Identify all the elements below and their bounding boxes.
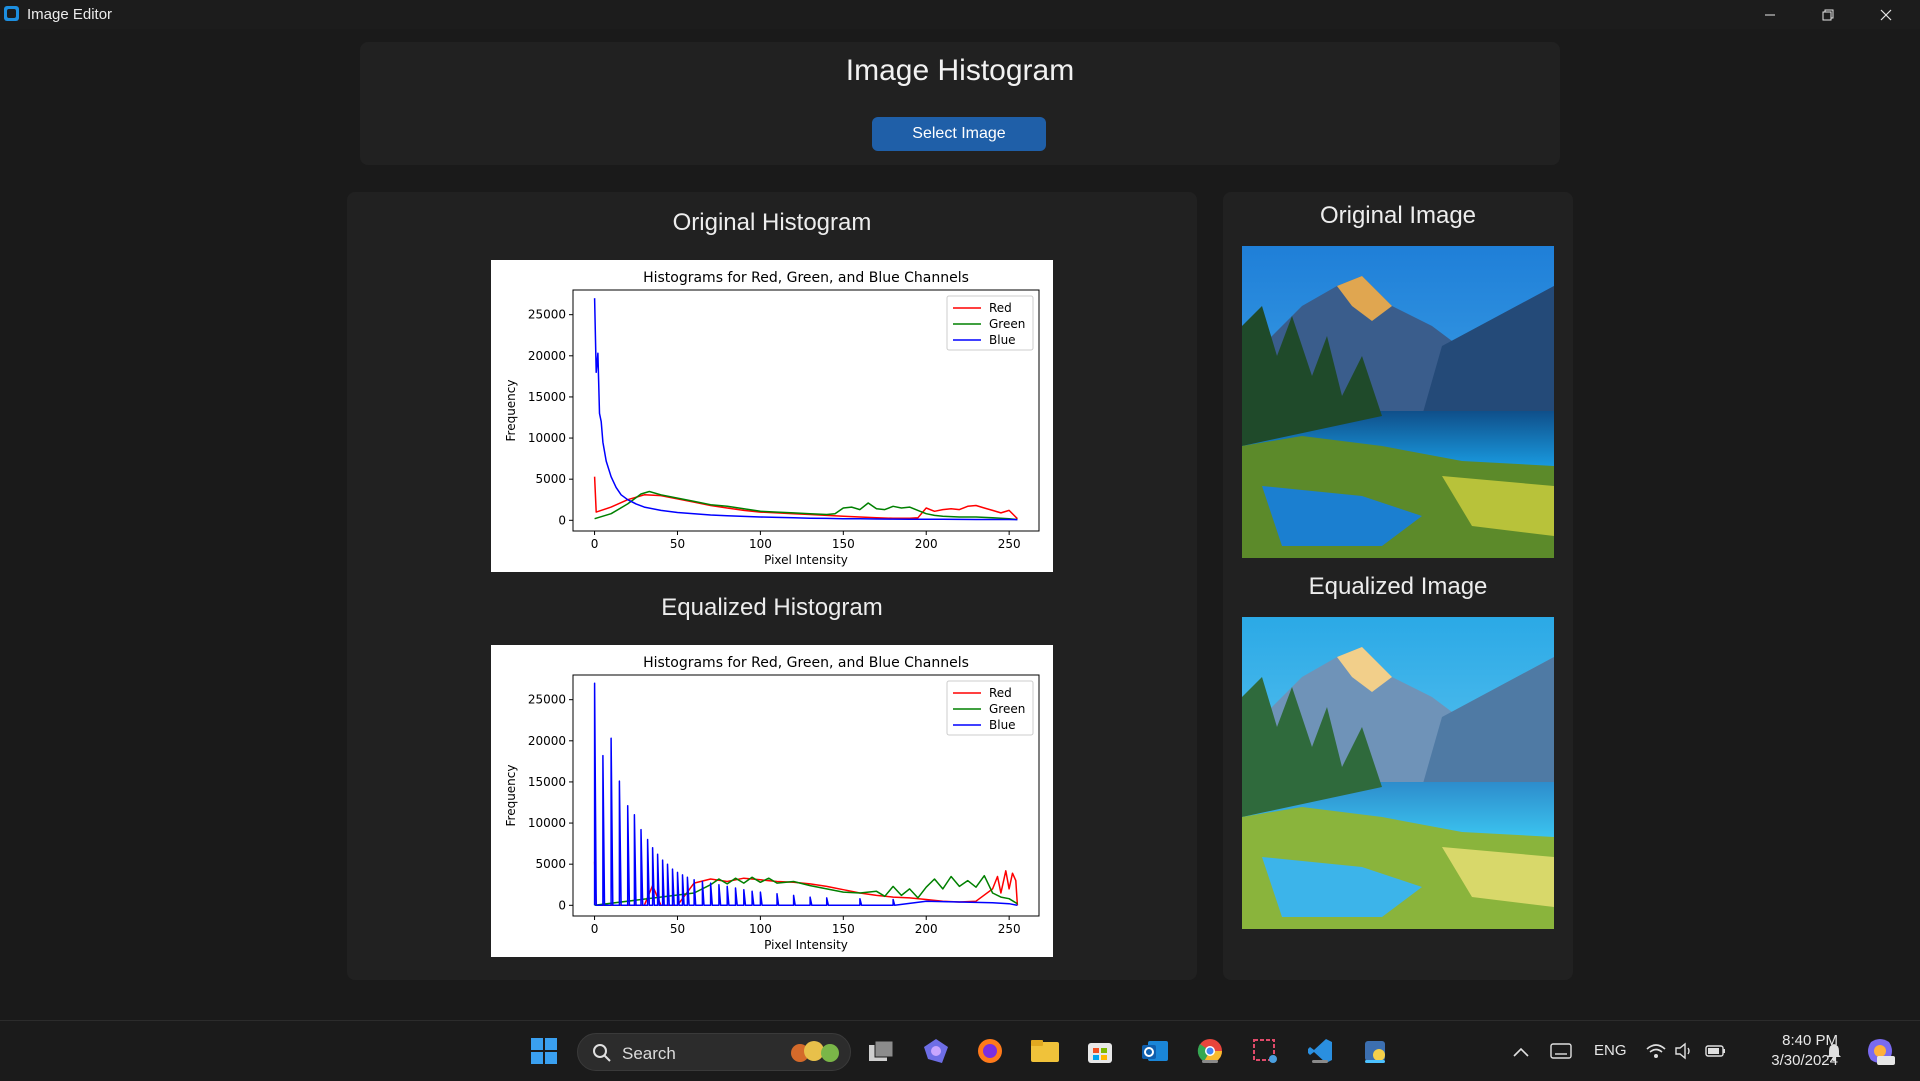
taskbar: Search ENG 8:40 PM 3/30/2024	[0, 1020, 1920, 1081]
y-tick-label: 25000	[528, 308, 566, 322]
x-tick-label: 250	[998, 537, 1021, 551]
title-bar: Image Editor	[0, 0, 1920, 29]
copilot-preview-icon[interactable]	[1865, 1036, 1895, 1066]
y-axis-label: Frequency	[504, 380, 518, 442]
y-tick-label: 15000	[528, 390, 566, 404]
file-explorer-icon	[1031, 1040, 1059, 1062]
close-button[interactable]	[1857, 0, 1915, 29]
x-tick-label: 150	[832, 537, 855, 551]
task-view-icon	[869, 1040, 894, 1061]
y-axis-label: Frequency	[504, 765, 518, 827]
python-button[interactable]	[1359, 1035, 1391, 1067]
original-image-title: Original Image	[1319, 202, 1477, 229]
battery-icon[interactable]	[1705, 1042, 1727, 1060]
histogram-panel: Original Histogram Histograms for Red, G…	[347, 192, 1197, 980]
legend-label-red: Red	[989, 686, 1012, 700]
x-tick-label: 200	[915, 922, 938, 936]
search-icon	[593, 1044, 611, 1062]
x-axis-label: Pixel Intensity	[764, 938, 848, 952]
x-tick-label: 50	[670, 537, 685, 551]
original-image	[1242, 246, 1554, 558]
header-panel: Image Histogram Select Image	[360, 42, 1560, 165]
snipping-tool-button[interactable]	[1249, 1035, 1281, 1067]
series-line-red	[593, 476, 1018, 520]
equalized-histogram-title: Equalized Histogram	[661, 594, 883, 621]
task-view-button[interactable]	[865, 1035, 897, 1067]
legend-label-red: Red	[989, 301, 1012, 315]
chart-title: Histograms for Red, Green, and Blue Chan…	[643, 655, 969, 671]
running-indicator	[1312, 1060, 1328, 1063]
start-button[interactable]	[528, 1035, 560, 1067]
window-title: Image Editor	[27, 6, 113, 23]
original-histogram-svg: Histograms for Red, Green, and Blue Chan…	[504, 270, 1040, 567]
x-tick-label: 250	[998, 922, 1021, 936]
store-icon	[1088, 1043, 1112, 1063]
chart-title: Histograms for Red, Green, and Blue Chan…	[643, 270, 969, 286]
minimize-icon	[1765, 14, 1775, 15]
equalized-histogram-chart: Histograms for Red, Green, and Blue Chan…	[491, 645, 1053, 957]
active-app-indicator	[1365, 1060, 1385, 1063]
y-tick-label: 25000	[528, 693, 566, 707]
y-tick-label: 20000	[528, 349, 566, 363]
y-tick-label: 15000	[528, 775, 566, 789]
copilot-button[interactable]	[920, 1035, 952, 1067]
language-indicator[interactable]: ENG	[1594, 1042, 1627, 1059]
firefox-button[interactable]	[974, 1035, 1006, 1067]
legend-label-green: Green	[989, 702, 1025, 716]
legend-label-blue: Blue	[989, 333, 1016, 347]
taskbar-search[interactable]: Search	[577, 1033, 851, 1071]
equalized-image	[1242, 617, 1554, 929]
running-indicator	[1202, 1060, 1218, 1063]
x-tick-label: 50	[670, 922, 685, 936]
keyboard-icon[interactable]	[1550, 1043, 1572, 1059]
search-label: Search	[622, 1044, 676, 1063]
chrome-button[interactable]	[1194, 1035, 1226, 1067]
store-button[interactable]	[1084, 1035, 1116, 1067]
original-histogram-chart: Histograms for Red, Green, and Blue Chan…	[491, 260, 1053, 572]
x-tick-label: 200	[915, 537, 938, 551]
outlook-button[interactable]	[1139, 1035, 1171, 1067]
notification-bell-icon[interactable]	[1826, 1043, 1842, 1061]
outlook-icon	[1142, 1041, 1168, 1061]
x-tick-label: 0	[591, 922, 599, 936]
x-tick-label: 100	[749, 922, 772, 936]
y-tick-label: 10000	[528, 816, 566, 830]
y-tick-label: 5000	[535, 472, 566, 486]
file-explorer-button[interactable]	[1029, 1035, 1061, 1067]
minimize-button[interactable]	[1741, 0, 1799, 29]
equalized-image-title: Equalized Image	[1308, 573, 1488, 600]
close-icon	[1880, 9, 1892, 20]
wifi-icon[interactable]	[1645, 1042, 1667, 1060]
y-tick-label: 5000	[535, 857, 566, 871]
firefox-icon	[978, 1039, 1002, 1063]
y-tick-label: 10000	[528, 431, 566, 445]
start-icon	[531, 1038, 557, 1064]
snipping-tool-icon	[1253, 1039, 1277, 1063]
search-highlight-icon	[791, 1041, 839, 1062]
y-tick-label: 0	[558, 898, 566, 912]
original-histogram-title: Original Histogram	[672, 209, 872, 236]
page-title: Image Histogram	[845, 54, 1075, 87]
x-axis-label: Pixel Intensity	[764, 553, 848, 567]
restore-button[interactable]	[1799, 0, 1857, 29]
y-tick-label: 0	[558, 513, 566, 527]
image-panel: Original Image Equalized Image	[1223, 192, 1573, 980]
copilot-icon	[924, 1039, 948, 1063]
x-tick-label: 150	[832, 922, 855, 936]
select-image-button[interactable]: Select Image	[872, 117, 1046, 151]
x-tick-label: 0	[591, 537, 599, 551]
equalized-histogram-svg: Histograms for Red, Green, and Blue Chan…	[504, 655, 1040, 952]
chevron-up-icon[interactable]	[1513, 1047, 1529, 1057]
volume-icon[interactable]	[1674, 1042, 1694, 1060]
vscode-button[interactable]	[1304, 1035, 1336, 1067]
app-icon	[4, 6, 19, 21]
y-tick-label: 20000	[528, 734, 566, 748]
legend-label-blue: Blue	[989, 718, 1016, 732]
legend-label-green: Green	[989, 317, 1025, 331]
x-tick-label: 100	[749, 537, 772, 551]
restore-icon	[1822, 9, 1834, 20]
